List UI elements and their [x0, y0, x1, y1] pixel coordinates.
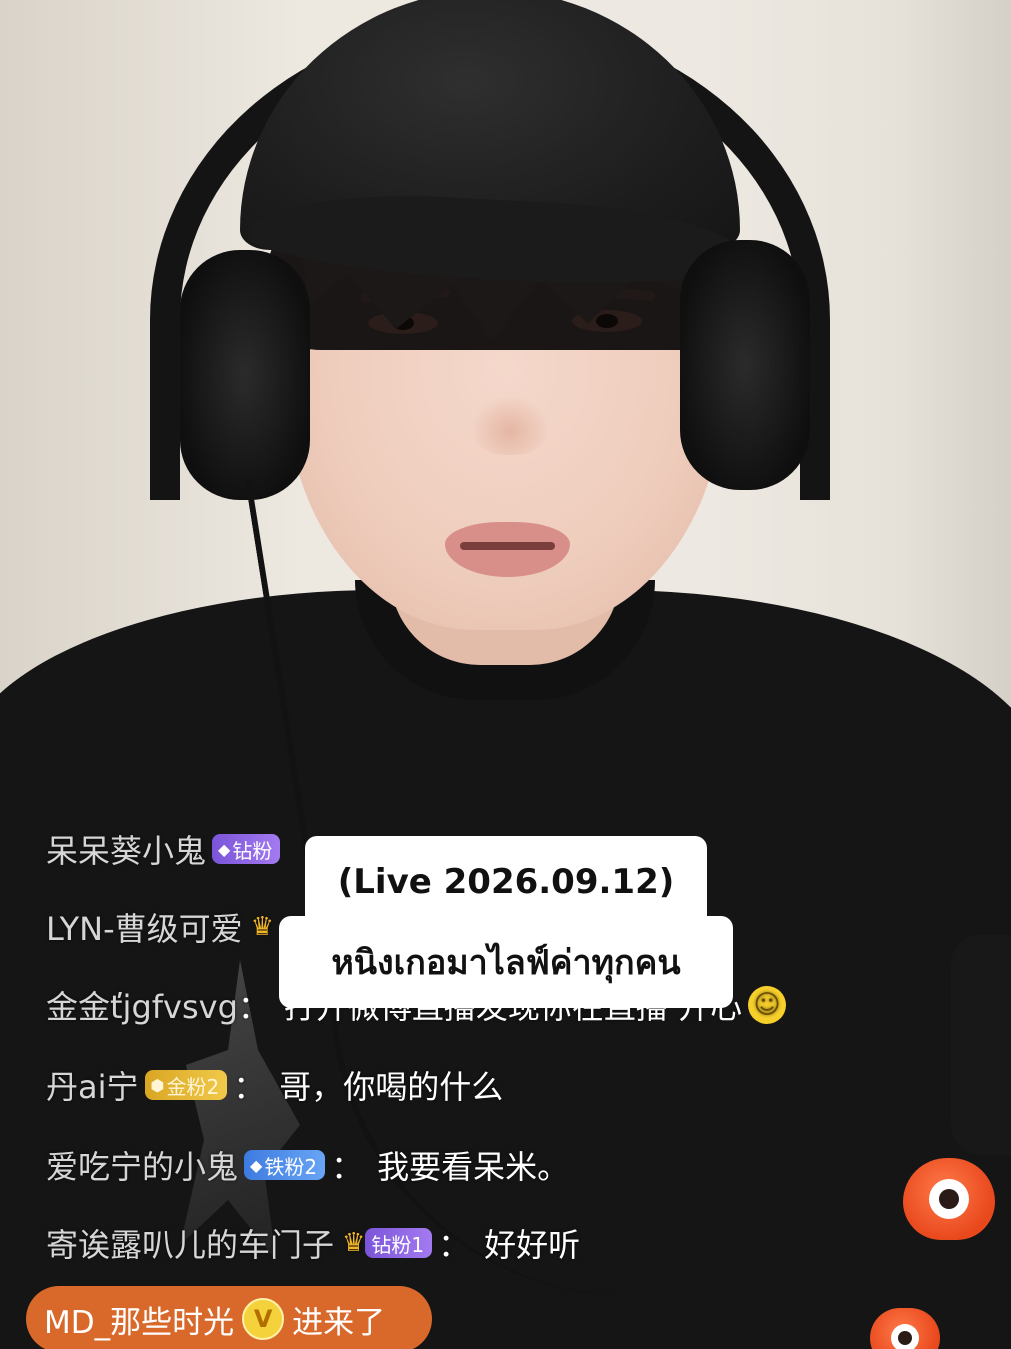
crown-icon: ♛: [342, 1228, 366, 1258]
chat-username[interactable]: 金金ťjgfvsvg: [46, 982, 238, 1028]
gem-icon: ⬢: [150, 1075, 165, 1095]
chat-username[interactable]: 呆呆葵小鬼: [46, 826, 206, 872]
smile-emoji-icon: ☺: [748, 986, 787, 1024]
chat-username[interactable]: 寄诶露叭儿的车门子: [46, 1220, 334, 1266]
live-stream-view: 呆呆葵小鬼 ◆钻粉 LYN-曹级可爱 ♛ 金金ťjgfvsvg ： 打开微博直播…: [0, 0, 1011, 1349]
chat-text: 好好听: [484, 1226, 581, 1264]
diamond-icon: ◆: [250, 1155, 263, 1175]
chat-message[interactable]: LYN-曹级可爱 ♛: [46, 904, 274, 950]
chat-username[interactable]: 爱吃宁的小鬼: [46, 1142, 238, 1188]
chat-message[interactable]: 丹ai宁 ⬢ 金粉2 ： 哥，你喝的什么: [46, 1062, 503, 1108]
caption-line-2: หนิงเกอมาไลฟ์ค่าทุกคน: [331, 943, 681, 983]
fan-badge: ◆ 钻粉: [212, 834, 281, 864]
fan-badge: ◆ 铁粉2: [244, 1150, 326, 1180]
vip-icon: V: [242, 1298, 285, 1340]
chat-username[interactable]: LYN-曹级可爱: [46, 904, 243, 950]
chat-message[interactable]: 爱吃宁的小鬼 ◆ 铁粉2 ： 我要看呆米。: [46, 1142, 569, 1188]
caption-box-top: (Live 2026.09.12): [305, 836, 707, 928]
live-mascot-icon[interactable]: [903, 1158, 995, 1240]
entry-action: 进来了: [292, 1304, 386, 1341]
chat-text: 哥，你喝的什么: [279, 1068, 504, 1106]
headphone-left-cup: [180, 250, 310, 500]
caption-line-1: (Live 2026.09.12): [337, 862, 675, 902]
chat-text: 我要看呆米。: [377, 1148, 570, 1186]
chat-username[interactable]: 丹ai宁: [46, 1062, 139, 1108]
microphone: [951, 935, 1011, 1155]
chat-message[interactable]: 寄诶露叭儿的车门子 ♛ 钻粉1 ： 好好听: [46, 1220, 580, 1266]
fan-badge: 钻粉1: [365, 1228, 433, 1258]
caption-box-bottom: หนิงเกอมาไลฟ์ค่าทุกคน: [279, 916, 733, 1008]
chat-message[interactable]: 呆呆葵小鬼 ◆ 钻粉: [46, 826, 286, 872]
crown-icon: ♛: [250, 912, 274, 942]
diamond-icon: ◆: [218, 839, 231, 859]
entry-username[interactable]: MD_那些时光: [44, 1297, 234, 1342]
entry-notice[interactable]: MD_那些时光 V 进来了: [26, 1286, 432, 1349]
fan-badge: ⬢ 金粉2: [144, 1070, 228, 1100]
headphone-right-cup: [680, 240, 810, 490]
